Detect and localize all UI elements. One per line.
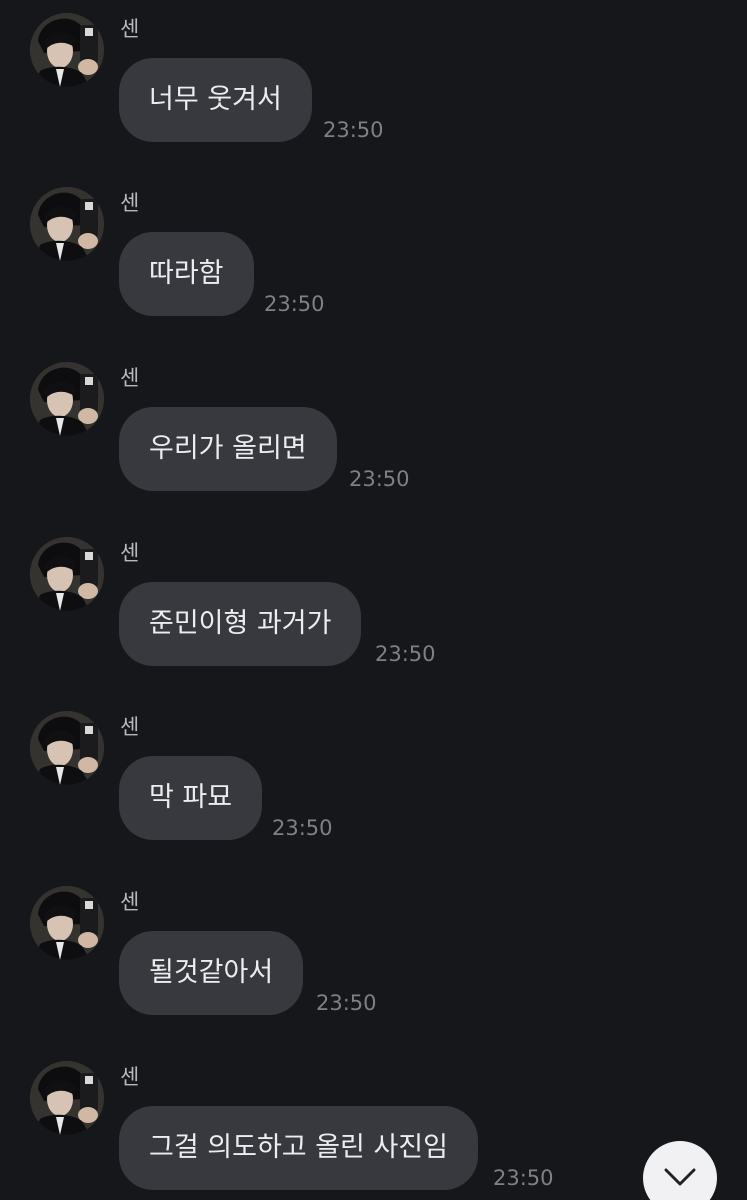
- sender-name: 센: [120, 17, 140, 41]
- chevron-down-icon: [664, 1168, 696, 1186]
- message-row: 센 될것같아서 23:50: [0, 886, 747, 1046]
- avatar[interactable]: [30, 187, 104, 261]
- message-row: 센 막 파묘 23:50: [0, 711, 747, 871]
- message-row: 센 준민이형 과거가 23:50: [0, 537, 747, 697]
- sender-name: 센: [120, 366, 140, 390]
- message-bubble[interactable]: 막 파묘: [119, 756, 263, 840]
- sender-name: 센: [120, 715, 140, 739]
- message-timestamp: 23:50: [349, 467, 410, 491]
- avatar[interactable]: [30, 13, 104, 87]
- avatar[interactable]: [30, 362, 104, 436]
- sender-name: 센: [120, 191, 140, 215]
- sender-name: 센: [120, 541, 140, 565]
- message-bubble[interactable]: 그걸 의도하고 올린 사진임: [119, 1106, 478, 1190]
- message-timestamp: 23:50: [493, 1166, 554, 1190]
- message-bubble[interactable]: 너무 웃겨서: [119, 58, 312, 142]
- message-row: 센 우리가 올리면 23:50: [0, 362, 747, 522]
- sender-name: 센: [120, 1065, 140, 1089]
- message-row: 센 그걸 의도하고 올린 사진임 23:50: [0, 1061, 747, 1200]
- message-bubble[interactable]: 될것같아서: [119, 931, 304, 1015]
- message-row: 센 너무 웃겨서 23:50: [0, 13, 747, 173]
- message-timestamp: 23:50: [323, 118, 384, 142]
- message-bubble[interactable]: 준민이형 과거가: [119, 582, 362, 666]
- message-timestamp: 23:50: [272, 816, 333, 840]
- avatar[interactable]: [30, 1061, 104, 1135]
- chat-message-list[interactable]: 센 너무 웃겨서 23:50 센 따라함 23:50 센 우리가 올리면 23:…: [0, 0, 747, 1200]
- message-timestamp: 23:50: [264, 292, 325, 316]
- message-timestamp: 23:50: [316, 991, 377, 1015]
- message-timestamp: 23:50: [375, 642, 436, 666]
- avatar[interactable]: [30, 537, 104, 611]
- message-bubble[interactable]: 따라함: [119, 232, 254, 316]
- sender-name: 센: [120, 890, 140, 914]
- message-bubble[interactable]: 우리가 올리면: [119, 407, 337, 491]
- message-row: 센 따라함 23:50: [0, 187, 747, 347]
- avatar[interactable]: [30, 886, 104, 960]
- avatar[interactable]: [30, 711, 104, 785]
